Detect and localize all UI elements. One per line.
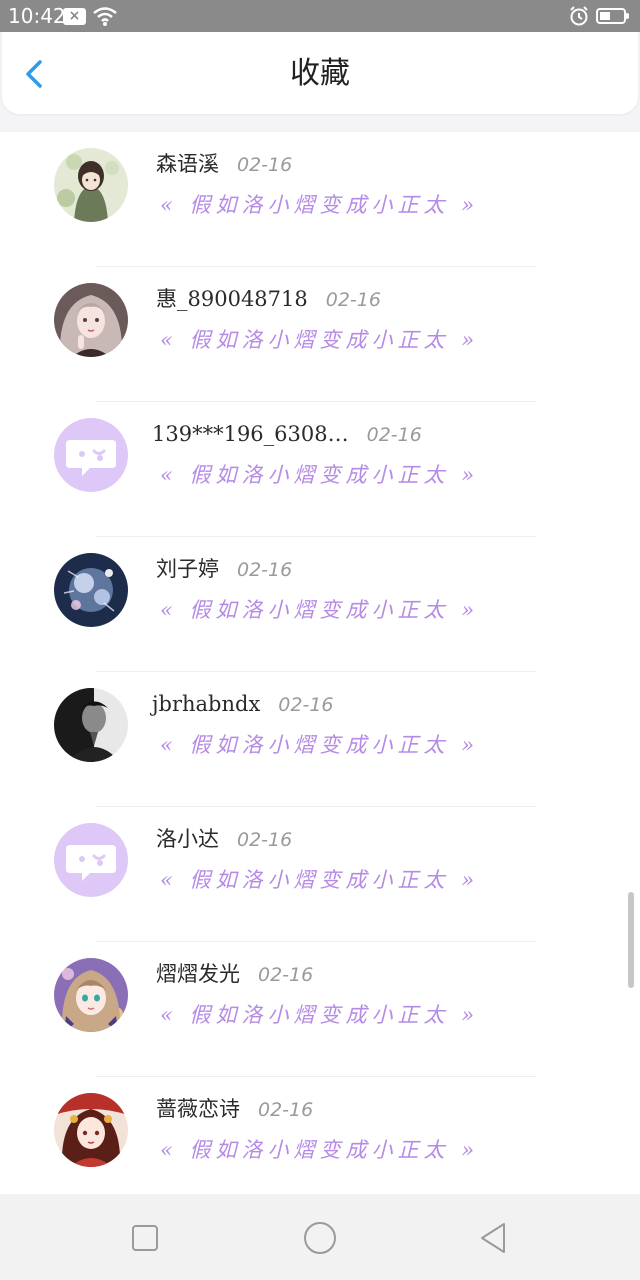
- status-bar: 10:42 ×: [0, 0, 640, 32]
- date: 02-16: [237, 559, 293, 581]
- user-name-text: 洛小达: [156, 827, 219, 851]
- wifi-icon: [93, 7, 117, 26]
- avatar[interactable]: [54, 553, 128, 627]
- list-item[interactable]: 洛小达 02-16 « 假如洛小熠变成小正太 »: [0, 807, 640, 942]
- work-title-link[interactable]: « 假如洛小熠变成小正太 »: [160, 190, 479, 220]
- user-name: 139***196_6308… 02-16: [152, 420, 422, 449]
- user-name: 刘子婷 02-16: [156, 555, 292, 584]
- page-title: 收藏: [290, 56, 350, 91]
- avatar[interactable]: [54, 688, 128, 762]
- list-item[interactable]: 139***196_6308… 02-16 « 假如洛小熠变成小正太 »: [0, 402, 640, 537]
- list-item[interactable]: jbrhabndx 02-16 « 假如洛小熠变成小正太 »: [0, 672, 640, 807]
- status-time: 10:42: [8, 4, 66, 28]
- date: 02-16: [278, 694, 334, 716]
- date: 02-16: [237, 829, 293, 851]
- default-avatar-icon[interactable]: [54, 418, 128, 492]
- avatar[interactable]: [54, 148, 128, 222]
- user-name-text: 刘子婷: [156, 557, 219, 581]
- work-title-link[interactable]: « 假如洛小熠变成小正太 »: [160, 595, 479, 625]
- list-item[interactable]: 蔷薇恋诗 02-16 « 假如洛小熠变成小正太 »: [0, 1077, 640, 1212]
- avatar[interactable]: [54, 958, 128, 1032]
- work-title-link[interactable]: « 假如洛小熠变成小正太 »: [160, 325, 479, 355]
- user-name: jbrhabndx 02-16: [152, 690, 334, 719]
- user-name-text: 惠_890048718: [156, 287, 308, 311]
- recents-square-icon[interactable]: [125, 1218, 165, 1258]
- home-circle-icon[interactable]: [300, 1218, 340, 1258]
- user-name: 森语溪 02-16: [156, 150, 292, 179]
- header: 收藏: [2, 32, 638, 114]
- work-title-link[interactable]: « 假如洛小熠变成小正太 »: [160, 1135, 479, 1165]
- date: 02-16: [258, 1099, 314, 1121]
- list-item[interactable]: 森语溪 02-16 « 假如洛小熠变成小正太 »: [0, 132, 640, 267]
- user-name-text: 熠熠发光: [156, 962, 240, 986]
- user-name-text: jbrhabndx: [152, 692, 261, 716]
- work-title-link[interactable]: « 假如洛小熠变成小正太 »: [160, 865, 479, 895]
- alarm-icon: [570, 6, 588, 26]
- date: 02-16: [237, 154, 293, 176]
- list-item[interactable]: 惠_890048718 02-16 « 假如洛小熠变成小正太 »: [0, 267, 640, 402]
- user-name: 惠_890048718 02-16: [156, 285, 381, 314]
- user-name-text: 森语溪: [156, 152, 219, 176]
- list-item[interactable]: 刘子婷 02-16 « 假如洛小熠变成小正太 »: [0, 537, 640, 672]
- favorites-list: 森语溪 02-16 « 假如洛小熠变成小正太 » 惠_890048718 02-16…: [0, 132, 640, 1212]
- user-name: 洛小达 02-16: [156, 825, 292, 854]
- scrollbar[interactable]: [628, 892, 634, 988]
- avatar[interactable]: [54, 283, 128, 357]
- battery-icon: [596, 8, 629, 24]
- date: 02-16: [258, 964, 314, 986]
- default-avatar-icon[interactable]: [54, 823, 128, 897]
- work-title-link[interactable]: « 假如洛小熠变成小正太 »: [160, 730, 479, 760]
- notification-icon: ×: [63, 8, 86, 25]
- navigation-bar: [0, 1194, 640, 1280]
- work-title-link[interactable]: « 假如洛小熠变成小正太 »: [160, 460, 479, 490]
- date: 02-16: [325, 289, 381, 311]
- user-name: 蔷薇恋诗 02-16: [156, 1095, 313, 1124]
- date: 02-16: [366, 424, 422, 446]
- back-triangle-icon[interactable]: [474, 1218, 514, 1258]
- work-title-link[interactable]: « 假如洛小熠变成小正太 »: [160, 1000, 479, 1030]
- user-name: 熠熠发光 02-16: [156, 960, 313, 989]
- user-name-text: 139***196_6308…: [152, 422, 349, 446]
- user-name-text: 蔷薇恋诗: [156, 1097, 240, 1121]
- avatar[interactable]: [54, 1093, 128, 1167]
- list-item[interactable]: 熠熠发光 02-16 « 假如洛小熠变成小正太 »: [0, 942, 640, 1077]
